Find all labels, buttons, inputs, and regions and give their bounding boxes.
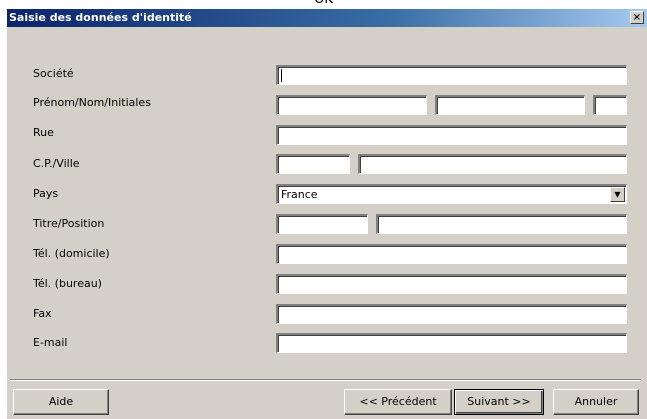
text-caret [281,69,282,82]
top-partial-text: OK [0,0,647,7]
label-tel-bureau: Tél. (bureau) [33,277,102,290]
label-prenom: Prénom/Nom/Initiales [33,96,151,109]
label-fax: Fax [33,307,52,320]
previous-button[interactable]: << Précédent [344,389,452,415]
prenom-input[interactable] [276,95,427,115]
label-titre: Titre/Position [33,217,105,230]
cancel-button[interactable]: Annuler [553,389,639,415]
cp-input[interactable] [276,154,350,174]
tel-bureau-input[interactable] [276,274,627,294]
email-input[interactable] [276,333,627,353]
pays-select[interactable]: France ▼ [276,184,627,204]
next-button[interactable]: Suivant >> [454,389,544,415]
tel-domicile-input[interactable] [276,244,627,264]
societe-input[interactable] [276,65,627,85]
titre-input[interactable] [276,214,368,234]
ville-input[interactable] [358,154,627,174]
label-cp: C.P./Ville [33,157,80,170]
dialog-title: Saisie des données d'identité [9,11,192,24]
label-tel-domicile: Tél. (domicile) [33,247,110,260]
fax-input[interactable] [276,304,627,324]
nom-input[interactable] [435,95,585,115]
position-input[interactable] [376,214,627,234]
label-societe-text: Société [33,67,74,80]
title-bar[interactable]: Saisie des données d'identité × [7,9,647,27]
label-societe: Société [33,67,74,80]
help-button[interactable]: Aide [13,389,109,415]
separator [10,379,641,381]
identity-dialog: Saisie des données d'identité × Société … [6,8,647,419]
initiales-input[interactable] [593,95,627,115]
label-rue: Rue [33,126,54,139]
close-icon[interactable]: × [630,11,644,24]
chevron-down-icon[interactable]: ▼ [610,187,625,202]
label-pays: Pays [33,187,59,200]
rue-input[interactable] [276,125,627,145]
label-email: E-mail [33,336,68,349]
pays-selected-value: France [281,188,318,201]
